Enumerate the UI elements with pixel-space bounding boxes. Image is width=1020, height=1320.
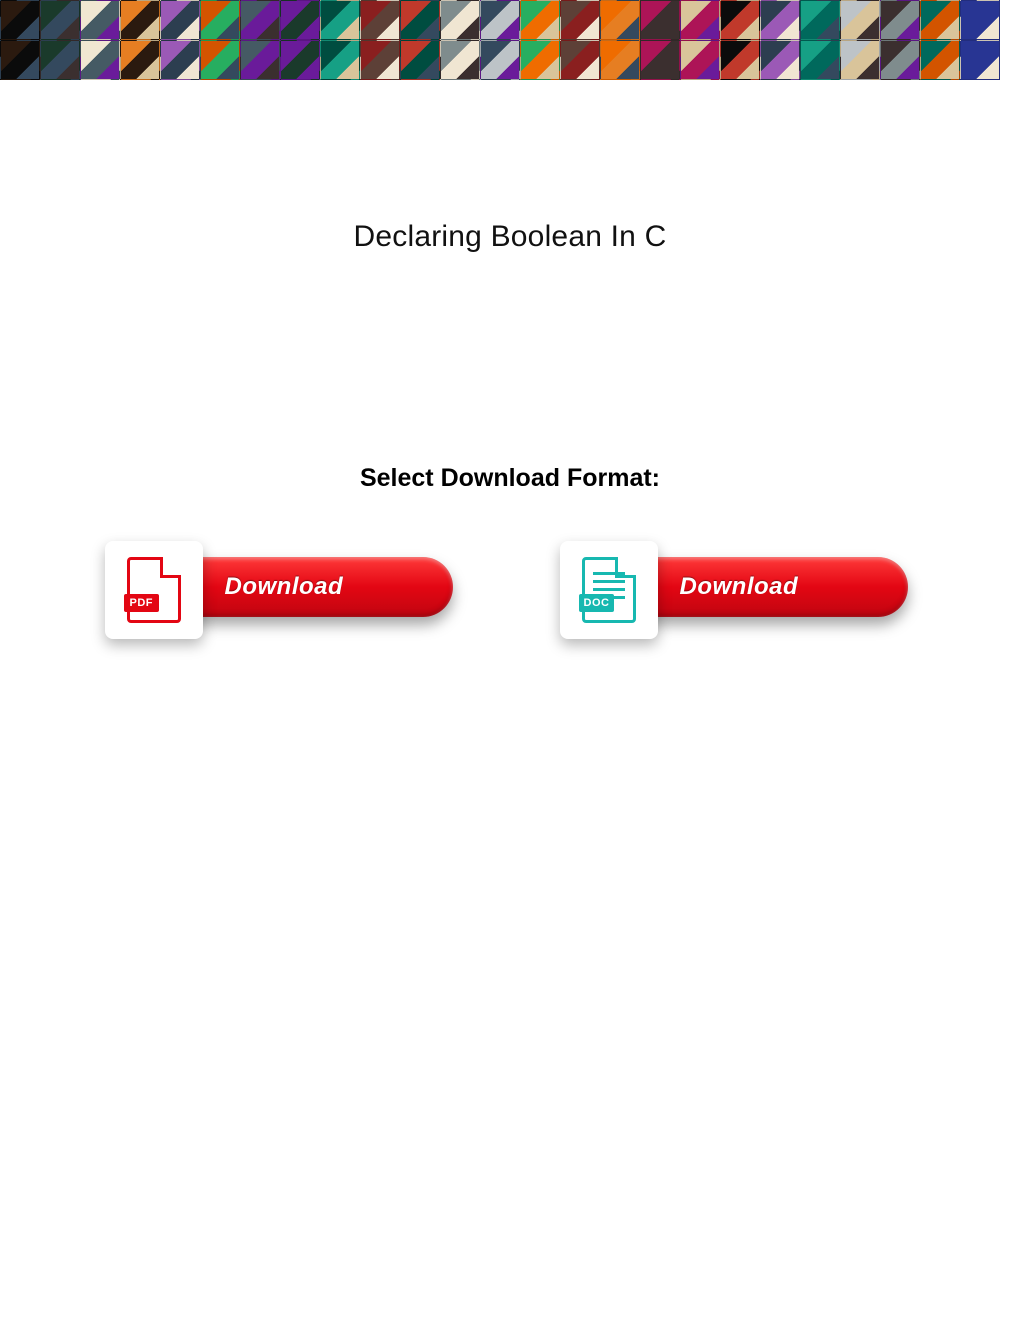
collage-thumb — [880, 0, 920, 40]
collage-thumb — [560, 40, 600, 80]
collage-thumb — [440, 40, 480, 80]
collage-thumb — [840, 40, 880, 80]
download-doc-label: Download — [680, 573, 799, 601]
collage-thumb — [480, 40, 520, 80]
collage-thumb — [40, 0, 80, 40]
collage-thumb — [720, 0, 760, 40]
collage-thumb — [120, 0, 160, 40]
collage-thumb — [120, 40, 160, 80]
collage-thumb — [280, 40, 320, 80]
collage-thumb — [840, 0, 880, 40]
collage-thumb — [600, 40, 640, 80]
page-title: Declaring Boolean In C — [0, 220, 1020, 254]
collage-thumb — [520, 40, 560, 80]
collage-thumb — [920, 40, 960, 80]
collage-thumb — [160, 0, 200, 40]
collage-thumb — [320, 40, 360, 80]
collage-thumb — [680, 0, 720, 40]
pdf-badge: PDF — [124, 594, 160, 612]
doc-file-tile: DOC — [560, 541, 658, 639]
collage-thumb — [160, 40, 200, 80]
select-format-label: Select Download Format: — [0, 464, 1020, 493]
download-pdf-label: Download — [225, 573, 344, 601]
collage-thumb — [400, 0, 440, 40]
collage-thumb — [600, 0, 640, 40]
collage-thumb — [440, 0, 480, 40]
download-pdf[interactable]: Download PDF — [113, 553, 453, 643]
pdf-file-icon: PDF — [127, 557, 181, 623]
collage-thumb — [880, 40, 920, 80]
collage-thumb — [720, 40, 760, 80]
collage-thumb — [200, 40, 240, 80]
collage-thumb — [400, 40, 440, 80]
collage-thumb — [960, 40, 1000, 80]
download-doc[interactable]: Download DOC — [568, 553, 908, 643]
collage-thumb — [360, 40, 400, 80]
header-collage — [0, 0, 1020, 80]
collage-thumb — [280, 0, 320, 40]
collage-thumb — [640, 40, 680, 80]
collage-thumb — [800, 0, 840, 40]
collage-thumb — [80, 0, 120, 40]
collage-thumb — [520, 0, 560, 40]
pdf-file-tile: PDF — [105, 541, 203, 639]
download-options: Download PDF Download DOC — [0, 553, 1020, 643]
collage-thumb — [760, 40, 800, 80]
collage-thumb — [480, 0, 520, 40]
collage-thumb — [240, 40, 280, 80]
collage-thumb — [760, 0, 800, 40]
collage-thumb — [80, 40, 120, 80]
collage-thumb — [240, 0, 280, 40]
collage-thumb — [640, 0, 680, 40]
doc-file-icon: DOC — [582, 557, 636, 623]
collage-thumb — [960, 0, 1000, 40]
collage-thumb — [360, 0, 400, 40]
collage-thumb — [320, 0, 360, 40]
collage-thumb — [560, 0, 600, 40]
collage-thumb — [0, 40, 40, 80]
doc-badge: DOC — [579, 594, 615, 612]
collage-thumb — [200, 0, 240, 40]
collage-thumb — [800, 40, 840, 80]
collage-thumb — [0, 0, 40, 40]
collage-thumb — [680, 40, 720, 80]
collage-thumb — [40, 40, 80, 80]
collage-thumb — [920, 0, 960, 40]
